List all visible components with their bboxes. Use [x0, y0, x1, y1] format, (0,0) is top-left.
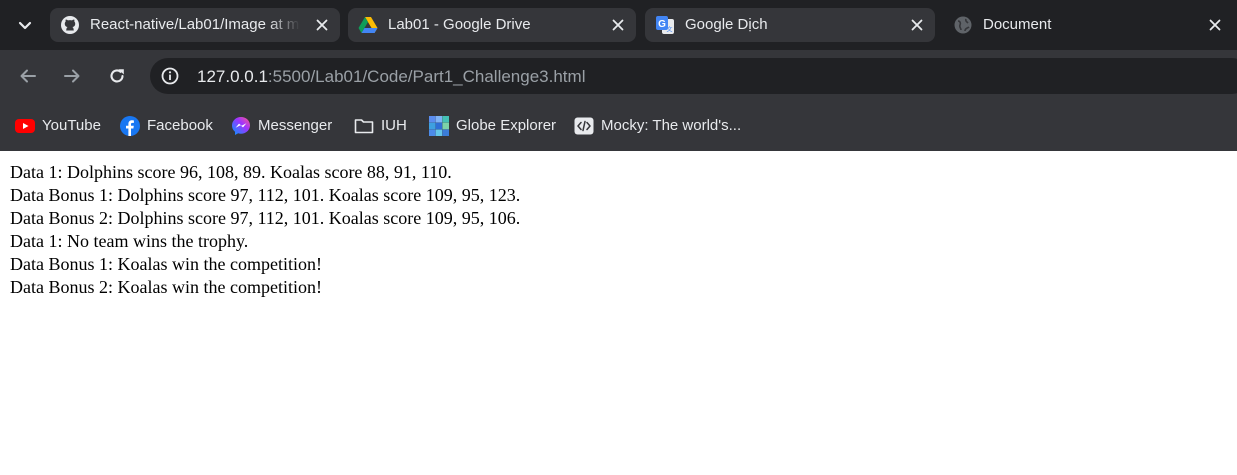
output-line: Data 1: No team wins the trophy.	[10, 231, 249, 251]
google-drive-icon	[358, 15, 378, 35]
output-line: Data Bonus 1: Dolphins score 97, 112, 10…	[10, 185, 521, 205]
bookmark-label: Messenger	[258, 117, 333, 134]
close-icon[interactable]	[312, 15, 332, 35]
github-icon	[60, 15, 80, 35]
url-host: 127.0.0.1	[197, 67, 268, 86]
bookmark-globe-explorer[interactable]: Globe Explorer	[429, 115, 556, 137]
close-icon[interactable]	[1205, 15, 1225, 35]
bookmark-label: YouTube	[42, 117, 101, 134]
toolbar: 127.0.0.1:5500/Lab01/Code/Part1_Challeng…	[0, 50, 1237, 101]
bookmarks-bar: YouTube Facebook Messenger IUH Globe Exp…	[0, 101, 1237, 151]
folder-icon	[354, 116, 374, 136]
reload-button[interactable]	[101, 60, 133, 92]
tab-google-translate[interactable]: G 文 Google Dịch	[645, 8, 935, 42]
youtube-icon	[15, 116, 35, 136]
tab-title: Lab01 - Google Drive	[388, 16, 531, 33]
forward-button[interactable]	[56, 60, 88, 92]
tab-title: Google Dịch	[685, 16, 768, 33]
globe-icon	[953, 15, 973, 35]
svg-text:文: 文	[666, 26, 672, 34]
bookmark-messenger[interactable]: Messenger	[231, 115, 332, 137]
back-button[interactable]	[12, 60, 44, 92]
arrow-left-icon	[20, 69, 36, 83]
reload-icon	[110, 69, 124, 83]
facebook-icon	[120, 116, 140, 136]
url-text[interactable]: 127.0.0.1:5500/Lab01/Code/Part1_Challeng…	[197, 67, 585, 87]
code-icon	[574, 116, 594, 136]
bookmark-label: IUH	[381, 117, 407, 134]
bookmark-youtube[interactable]: YouTube	[15, 115, 101, 137]
address-bar[interactable]: 127.0.0.1:5500/Lab01/Code/Part1_Challeng…	[150, 58, 1237, 94]
svg-text:G: G	[658, 19, 666, 30]
url-path: :5500/Lab01/Code/Part1_Challenge3.html	[267, 67, 586, 86]
site-info-button[interactable]	[156, 62, 184, 90]
output-line: Data Bonus 2: Dolphins score 97, 112, 10…	[10, 208, 521, 228]
output-line: Data 1: Dolphins score 96, 108, 89. Koal…	[10, 162, 452, 182]
bookmark-mocky[interactable]: Mocky: The world's...	[574, 115, 741, 137]
google-translate-icon: G 文	[655, 15, 675, 35]
page-content: Data 1: Dolphins score 96, 108, 89. Koal…	[0, 151, 1237, 475]
chevron-down-icon	[18, 21, 32, 30]
bookmark-label: Facebook	[147, 117, 213, 134]
tab-title: React-native/Lab01/Image at m	[90, 16, 300, 33]
tab-google-drive[interactable]: Lab01 - Google Drive	[348, 8, 636, 42]
close-icon[interactable]	[907, 15, 927, 35]
tab-title: Document	[983, 16, 1052, 33]
tab-strip: React-native/Lab01/Image at m Lab01 - Go…	[0, 0, 1237, 50]
info-icon	[161, 67, 179, 85]
bookmark-label: Mocky: The world's...	[601, 117, 742, 134]
output-line: Data Bonus 2: Koalas win the competition…	[10, 277, 322, 297]
arrow-right-icon	[64, 69, 80, 83]
bookmark-iuh[interactable]: IUH	[354, 115, 407, 137]
tab-search-button[interactable]	[8, 8, 42, 42]
bookmark-label: Globe Explorer	[456, 117, 557, 134]
tab-github[interactable]: React-native/Lab01/Image at m	[50, 8, 340, 42]
close-icon[interactable]	[608, 15, 628, 35]
messenger-icon	[231, 116, 251, 136]
globe-explorer-icon	[429, 116, 449, 136]
tab-document[interactable]: Document	[943, 8, 1233, 42]
bookmark-facebook[interactable]: Facebook	[120, 115, 213, 137]
output-line: Data Bonus 1: Koalas win the competition…	[10, 254, 322, 274]
